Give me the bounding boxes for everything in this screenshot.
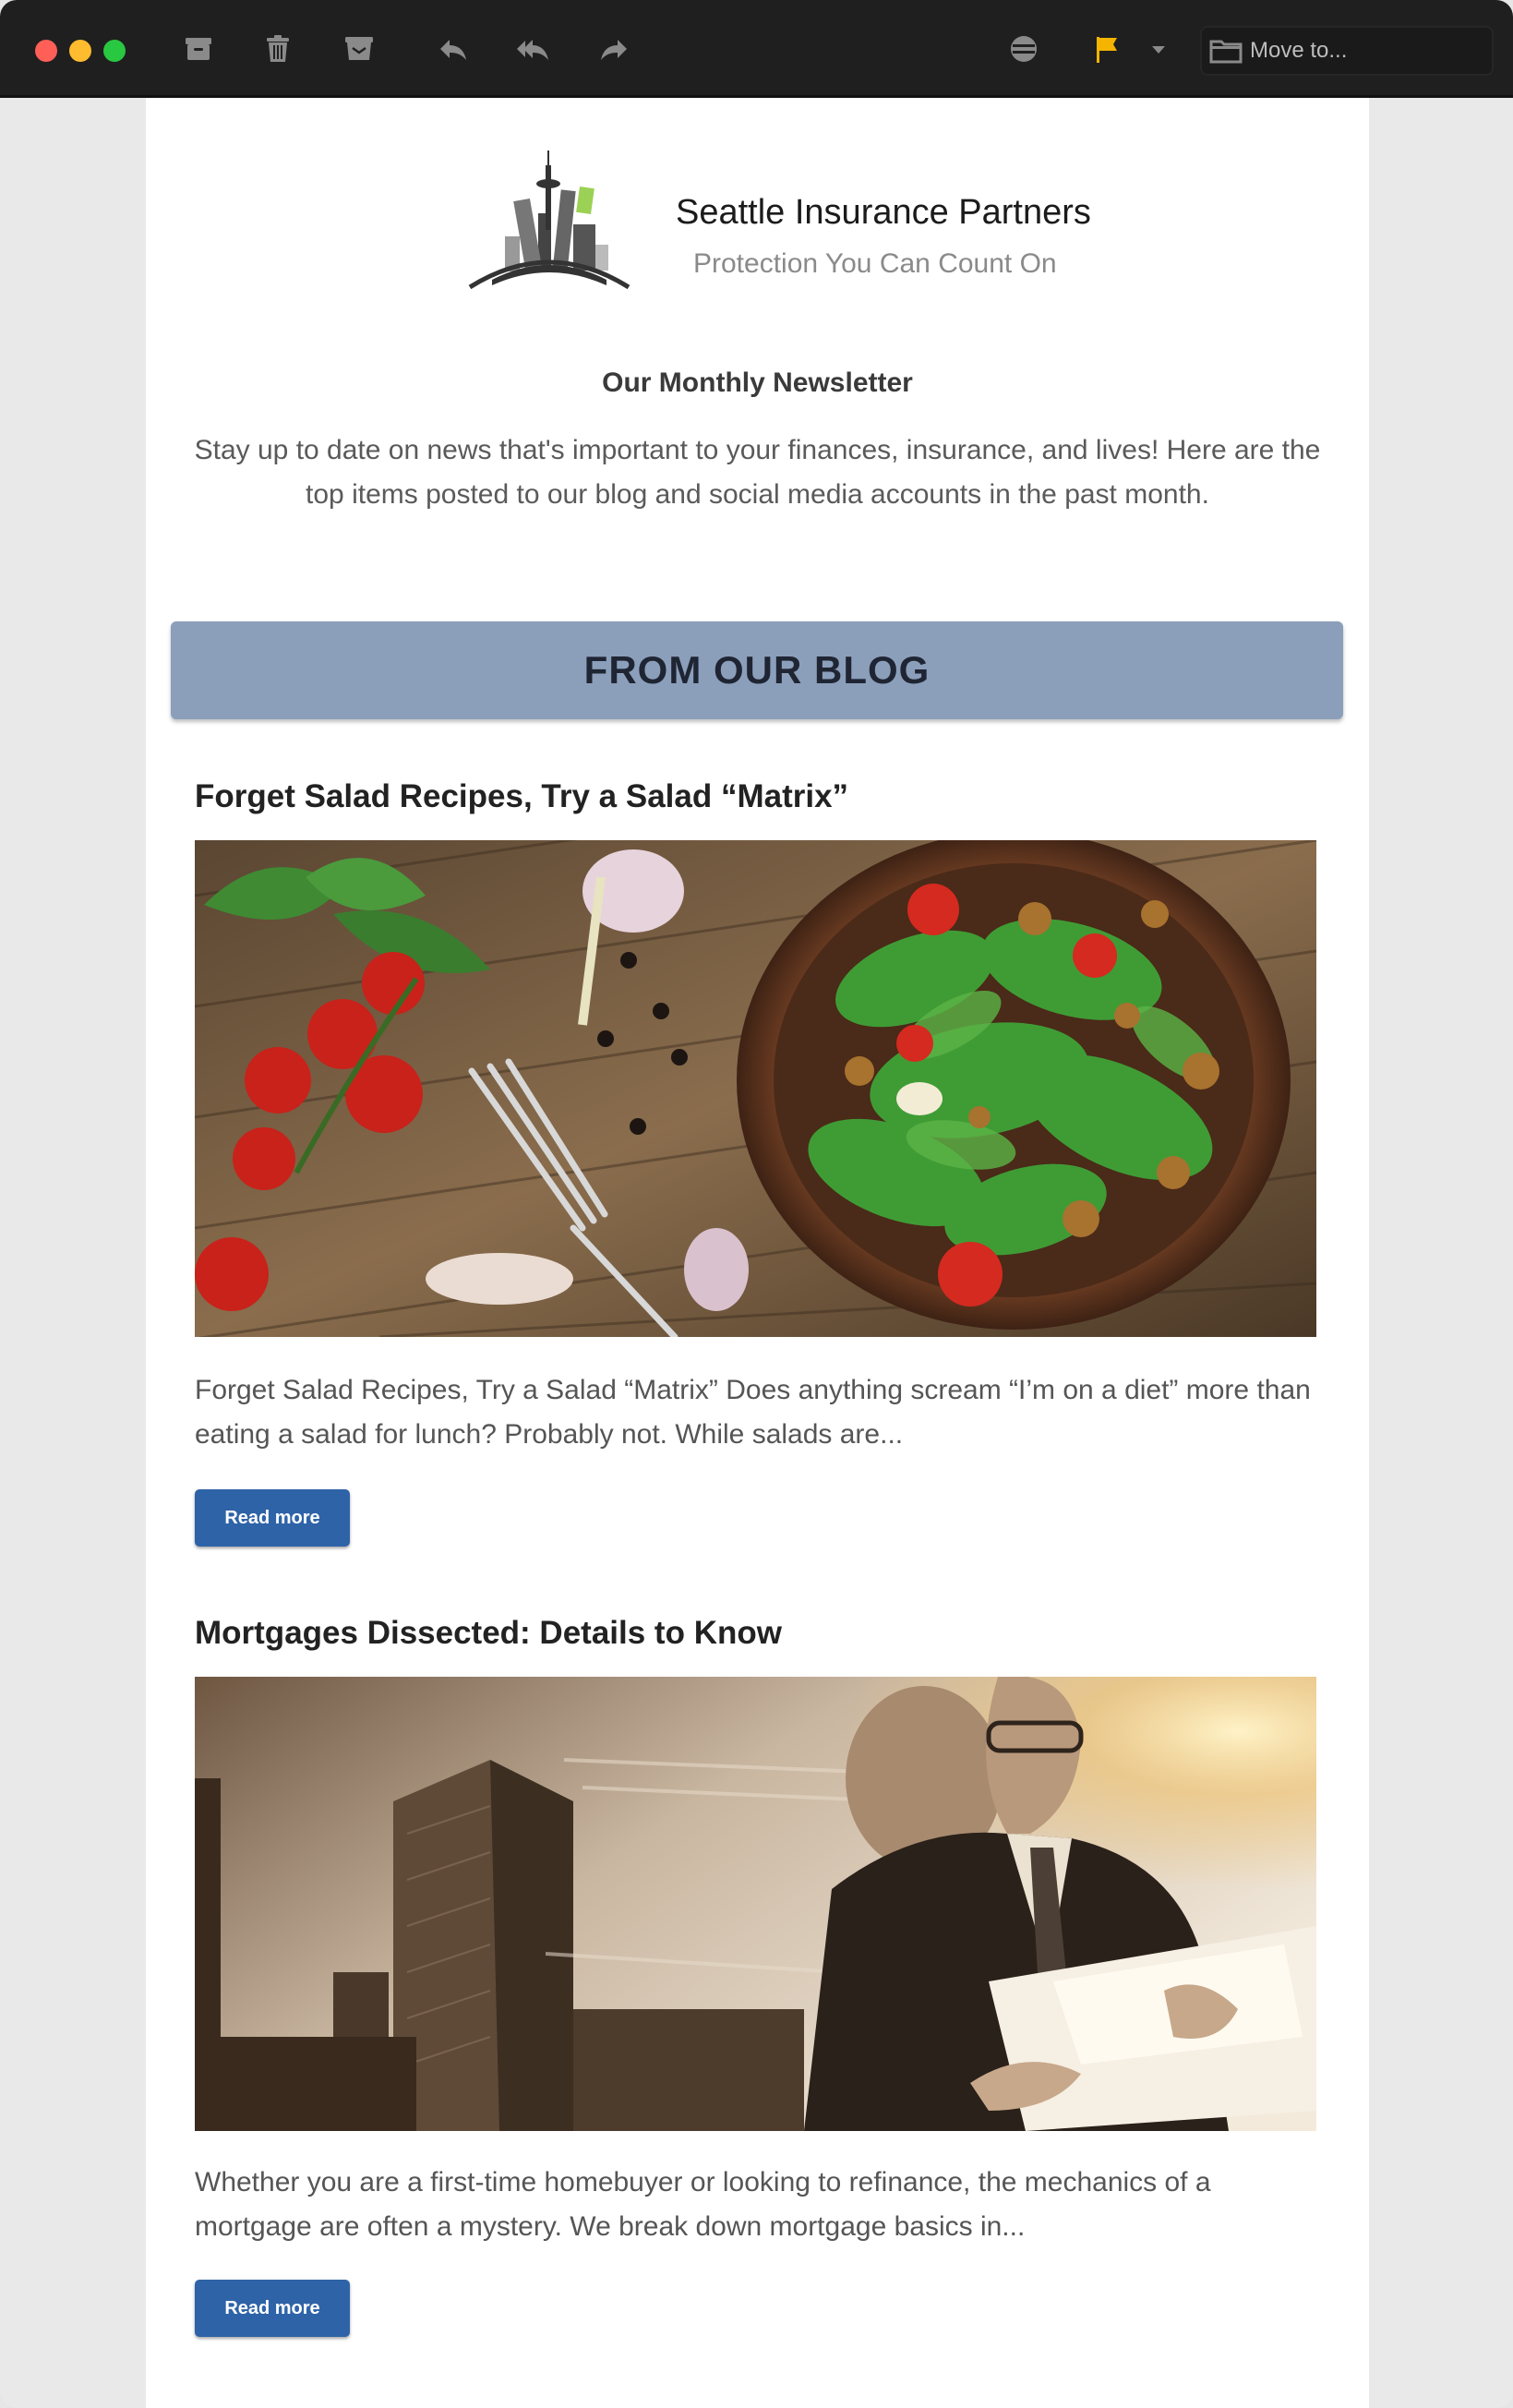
newsletter-intro: Stay up to date on news that's important… — [194, 435, 1321, 510]
read-more-button[interactable]: Read more — [195, 2280, 350, 2337]
salad-post-image[interactable] — [195, 840, 1316, 1337]
chevron-down-icon — [1152, 46, 1165, 54]
reply-button[interactable] — [430, 28, 476, 70]
delete-button[interactable] — [255, 28, 301, 70]
newsletter-title: Our Monthly Newsletter — [602, 367, 913, 398]
forward-icon — [601, 40, 627, 60]
reply-all-button[interactable] — [510, 28, 556, 70]
company-tagline: Protection You Can Count On — [693, 248, 1057, 279]
move-to-label: Move to... — [1250, 38, 1348, 63]
post-title[interactable]: Forget Salad Recipes, Try a Salad “Matri… — [195, 778, 1321, 815]
toolbar: Move to... — [0, 0, 1513, 98]
email-content: Seattle Insurance Partners Protection Yo… — [146, 98, 1369, 2408]
reply-icon — [440, 40, 466, 60]
flag-menu-button[interactable] — [1137, 28, 1180, 70]
globe-button[interactable] — [1001, 28, 1047, 70]
zoom-window-button[interactable] — [103, 40, 126, 62]
junk-button[interactable] — [336, 28, 382, 70]
archive-button[interactable] — [175, 28, 222, 70]
move-to-button[interactable]: Move to... — [1200, 26, 1494, 76]
flag-icon — [1097, 37, 1117, 63]
post-excerpt: Whether you are a first-time homebuyer o… — [195, 2167, 1211, 2242]
mortgage-post-image[interactable] — [195, 1677, 1316, 2131]
post-excerpt: Forget Salad Recipes, Try a Salad “Matri… — [195, 1375, 1311, 1450]
forward-button[interactable] — [591, 28, 637, 70]
globe-icon — [1011, 36, 1037, 62]
post-title[interactable]: Mortgages Dissected: Details to Know — [195, 1615, 1321, 1652]
skyline-logo — [468, 150, 630, 290]
read-more-button[interactable]: Read more — [195, 1489, 350, 1547]
flag-button[interactable] — [1084, 28, 1130, 70]
minimize-window-button[interactable] — [69, 40, 91, 62]
junk-icon — [345, 37, 373, 60]
close-window-button[interactable] — [35, 40, 57, 62]
folder-icon — [1209, 40, 1243, 64]
reply-all-icon — [517, 40, 548, 60]
company-name: Seattle Insurance Partners — [676, 193, 1091, 232]
archive-icon — [186, 38, 211, 60]
mail-window: Move to... Seattle Insurance Partners Pr… — [0, 0, 1513, 2408]
trash-icon — [267, 35, 289, 62]
blog-section-banner: FROM OUR BLOG — [171, 621, 1343, 719]
